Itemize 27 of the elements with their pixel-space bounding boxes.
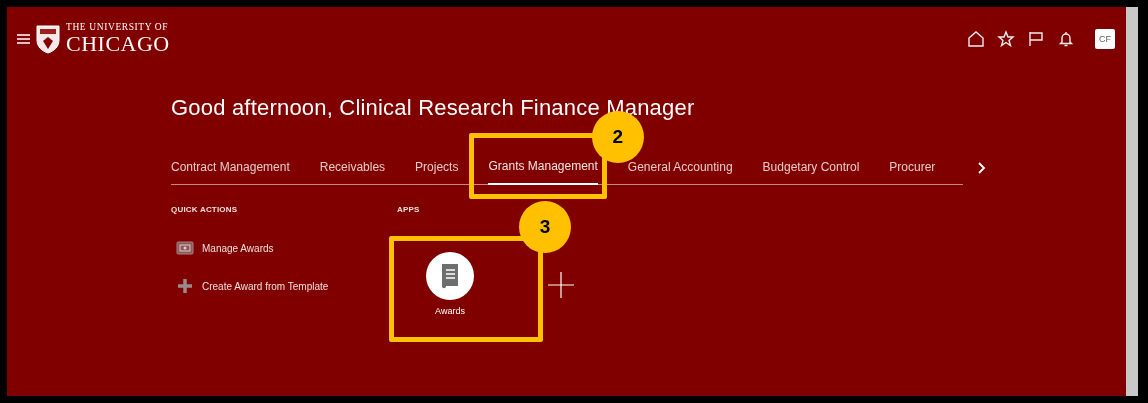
star-icon[interactable]	[997, 30, 1015, 48]
chevron-right-icon[interactable]	[975, 161, 987, 175]
scroll-document-icon[interactable]	[426, 252, 474, 300]
add-icon[interactable]	[548, 272, 574, 298]
section-heading: APPS	[397, 205, 421, 214]
menu-icon[interactable]	[17, 33, 30, 45]
app-label[interactable]: Awards	[426, 306, 474, 316]
quick-action-link[interactable]: Manage Awards	[176, 241, 274, 255]
home-icon[interactable]	[967, 30, 985, 48]
quick-action-link[interactable]: Create Award from Template	[176, 279, 329, 293]
flag-icon[interactable]	[1027, 30, 1045, 48]
nav-tab[interactable]: Procurer	[889, 151, 936, 184]
plus-icon	[176, 279, 194, 293]
step-number: 3	[519, 201, 571, 253]
nav-tab[interactable]: Grants Management	[488, 151, 598, 185]
nav-tab[interactable]: Projects	[415, 151, 459, 184]
logo-text: CHICAGO	[66, 33, 170, 56]
nav-tab[interactable]: Contract Management	[171, 151, 290, 184]
logo-text: THE UNIVERSITY OF	[66, 22, 170, 33]
nav-tab[interactable]: Receivables	[319, 151, 386, 184]
section-heading: QUICK ACTIONS	[171, 205, 239, 214]
bell-icon[interactable]	[1057, 30, 1075, 48]
scrollbar[interactable]	[1126, 7, 1138, 396]
nav-tab[interactable]: Budgetary Control	[762, 151, 860, 184]
user-avatar[interactable]: CF	[1095, 29, 1115, 49]
money-icon	[176, 241, 194, 255]
shield-icon	[36, 24, 60, 54]
